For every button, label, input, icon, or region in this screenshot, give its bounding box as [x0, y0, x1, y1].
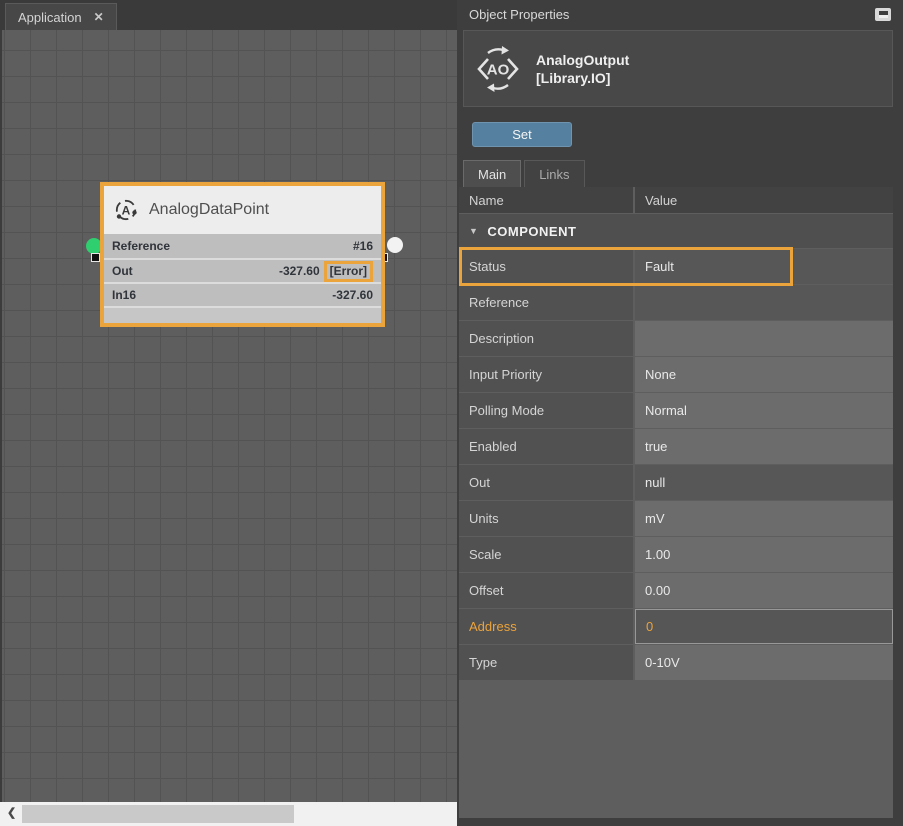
node-row-value: -327.60 — [332, 288, 373, 302]
property-value[interactable]: mV — [635, 501, 893, 536]
node-title: AnalogDataPoint — [149, 201, 269, 219]
property-row-reference[interactable]: Reference — [459, 285, 893, 320]
svg-text:A: A — [122, 204, 131, 218]
section-component[interactable]: ▼ COMPONENT — [459, 214, 893, 248]
application-window: Application ✕ A — [0, 0, 903, 826]
property-rows: Status Fault Reference Description Input… — [459, 249, 893, 680]
node-row-label: Out — [112, 264, 133, 278]
scroll-left-arrow-icon[interactable]: ❮ — [7, 806, 16, 819]
object-name: AnalogOutput — [536, 51, 629, 69]
property-row-out[interactable]: Out null — [459, 465, 893, 500]
property-value[interactable]: 0-10V — [635, 645, 893, 680]
property-value[interactable]: Normal — [635, 393, 893, 428]
property-name: Input Priority — [459, 357, 633, 392]
horizontal-scrollbar[interactable]: ❮ — [0, 802, 457, 826]
property-row-polling-mode[interactable]: Polling Mode Normal — [459, 393, 893, 428]
node-row-in16[interactable]: In16 -327.60 — [104, 282, 381, 306]
dock-panel-icon[interactable] — [875, 8, 891, 21]
property-row-description[interactable]: Description — [459, 321, 893, 356]
grid-header: Name Value — [459, 187, 893, 213]
scrollbar-thumb[interactable] — [22, 805, 294, 823]
svg-text:AO: AO — [487, 61, 510, 78]
properties-grid: Name Value ▼ COMPONENT Status Fault Refe… — [459, 187, 893, 818]
object-summary-card: AO AnalogOutput [Library.IO] — [463, 30, 893, 107]
property-row-offset[interactable]: Offset 0.00 — [459, 573, 893, 608]
column-header-value[interactable]: Value — [635, 187, 893, 213]
property-value[interactable] — [635, 321, 893, 356]
wiresheet-canvas[interactable]: A AnalogDataPoint Reference #16 Out -327… — [0, 30, 457, 802]
analog-datapoint-node[interactable]: A AnalogDataPoint Reference #16 Out -327… — [100, 182, 385, 327]
set-button[interactable]: Set — [472, 122, 572, 147]
property-row-status[interactable]: Status Fault — [459, 249, 893, 284]
node-row-label: In16 — [112, 288, 136, 302]
object-properties-panel: Object Properties AO AnalogOutput [Libra… — [457, 0, 903, 826]
property-row-address[interactable]: Address 0 — [459, 609, 893, 644]
property-name: Scale — [459, 537, 633, 572]
tab-application[interactable]: Application ✕ — [5, 3, 117, 30]
property-row-input-priority[interactable]: Input Priority None — [459, 357, 893, 392]
error-badge: [Error] — [324, 261, 373, 282]
property-name: Type — [459, 645, 633, 680]
panel-title: Object Properties — [469, 7, 569, 22]
output-port-white[interactable] — [387, 237, 403, 253]
node-row-value: #16 — [353, 239, 373, 253]
close-icon[interactable]: ✕ — [94, 10, 104, 24]
property-value[interactable]: None — [635, 357, 893, 392]
object-library: [Library.IO] — [536, 69, 629, 87]
property-row-units[interactable]: Units mV — [459, 501, 893, 536]
property-name: Polling Mode — [459, 393, 633, 428]
property-row-enabled[interactable]: Enabled true — [459, 429, 893, 464]
analog-output-icon: AO — [473, 44, 523, 94]
property-name: Units — [459, 501, 633, 536]
property-name: Address — [459, 609, 633, 644]
chevron-down-icon[interactable]: ▼ — [469, 226, 478, 236]
node-resize-handle-left[interactable] — [91, 253, 100, 262]
node-row-out[interactable]: Out -327.60 [Error] — [104, 258, 381, 282]
property-name: Offset — [459, 573, 633, 608]
node-row-value: -327.60 — [279, 264, 320, 278]
property-name: Status — [459, 249, 633, 284]
property-value[interactable]: 1.00 — [635, 537, 893, 572]
canvas-pane: Application ✕ A — [0, 0, 457, 826]
property-value[interactable]: Fault — [635, 249, 893, 284]
tab-application-label: Application — [18, 10, 82, 25]
property-value[interactable]: 0 — [635, 609, 893, 644]
property-value[interactable]: true — [635, 429, 893, 464]
analog-datapoint-icon: A — [113, 197, 139, 223]
property-value[interactable] — [635, 285, 893, 320]
section-label: COMPONENT — [487, 224, 576, 239]
property-value[interactable]: 0.00 — [635, 573, 893, 608]
node-header: A AnalogDataPoint — [104, 186, 381, 234]
column-header-name[interactable]: Name — [459, 187, 633, 213]
node-row-label: Reference — [112, 239, 170, 253]
node-row-reference[interactable]: Reference #16 — [104, 234, 381, 258]
property-name: Reference — [459, 285, 633, 320]
property-value[interactable]: null — [635, 465, 893, 500]
property-name: Enabled — [459, 429, 633, 464]
panel-titlebar: Object Properties — [459, 0, 893, 29]
property-row-type[interactable]: Type 0-10V — [459, 645, 893, 680]
tab-links[interactable]: Links — [524, 160, 584, 187]
property-name: Description — [459, 321, 633, 356]
properties-tabs: Main Links — [459, 160, 893, 187]
property-name: Out — [459, 465, 633, 500]
node-footer — [104, 306, 381, 323]
canvas-tabbar: Application ✕ — [0, 0, 457, 30]
tab-main[interactable]: Main — [463, 160, 521, 187]
property-row-scale[interactable]: Scale 1.00 — [459, 537, 893, 572]
